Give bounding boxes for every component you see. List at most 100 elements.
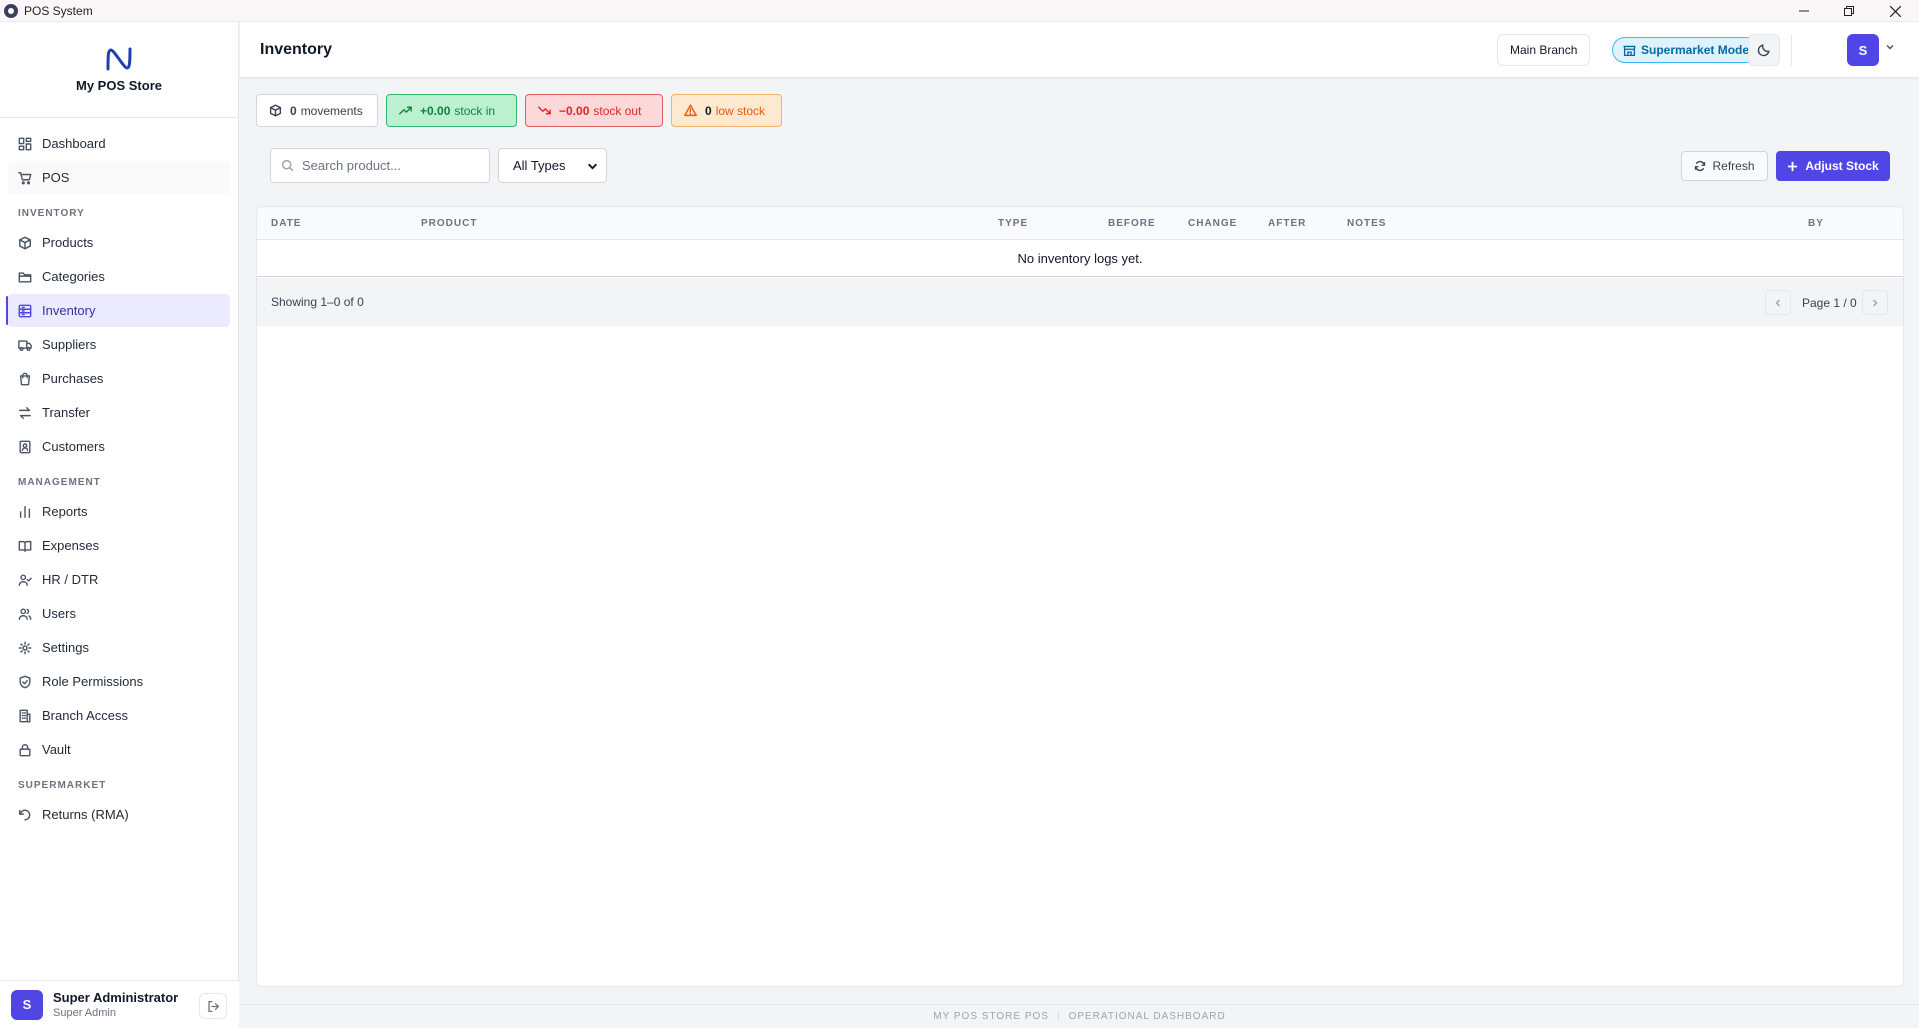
sidebar-item-transfer[interactable]: Transfer <box>8 396 230 429</box>
stock-out-label: stock out <box>593 103 642 118</box>
refresh-label: Refresh <box>1712 159 1755 173</box>
column-header-type[interactable]: TYPE <box>998 218 1028 229</box>
theme-toggle-button[interactable] <box>1748 34 1780 66</box>
window-title: POS System <box>24 3 93 18</box>
sidebar-item-categories[interactable]: Categories <box>8 260 230 293</box>
sidebar-item-vault[interactable]: Vault <box>8 733 230 766</box>
stock-in-stat: +0.00 stock in <box>386 94 517 127</box>
sidebar-item-label: Products <box>42 235 94 250</box>
search-icon <box>281 159 294 172</box>
close-icon <box>1889 5 1901 17</box>
restore-button[interactable] <box>1826 0 1872 22</box>
pagination-bar: Showing 1–0 of 0 Page 1 / 0 <box>257 278 1903 326</box>
sidebar-item-reports[interactable]: Reports <box>8 495 230 528</box>
sidebar-item-label: Vault <box>42 742 71 757</box>
building-icon <box>19 709 31 722</box>
sidebar-item-users[interactable]: Users <box>8 597 230 630</box>
low-stock-label: low stock <box>715 103 766 118</box>
trending-up-icon <box>399 106 412 115</box>
sidebar-item-role-permissions[interactable]: Role Permissions <box>8 665 230 698</box>
user-avatar-button[interactable]: S <box>1847 34 1879 66</box>
column-header-change[interactable]: CHANGE <box>1188 218 1237 229</box>
sidebar-item-label: Suppliers <box>42 337 97 352</box>
footer: MY POS STORE POS | OPERATIONAL DASHBOARD <box>240 1004 1919 1028</box>
sidebar-item-dashboard[interactable]: Dashboard <box>8 127 230 160</box>
adjust-stock-label: Adjust Stock <box>1805 159 1879 173</box>
sidebar-item-settings[interactable]: Settings <box>8 631 230 664</box>
rotate-ccw-icon <box>19 809 31 821</box>
sidebar-item-purchases[interactable]: Purchases <box>8 362 230 395</box>
chevron-left-icon <box>1775 299 1780 306</box>
column-header-before[interactable]: BEFORE <box>1108 218 1156 229</box>
movements-label: movements <box>300 103 363 118</box>
sidebar-item-label: Categories <box>42 269 105 284</box>
header-divider <box>1791 34 1792 66</box>
cart-icon <box>18 171 32 184</box>
sidebar-item-label: Inventory <box>42 303 96 318</box>
type-filter-select[interactable]: All Types <box>498 148 607 183</box>
column-header-notes[interactable]: NOTES <box>1347 218 1386 229</box>
page-title: Inventory <box>260 41 333 58</box>
section-label-inventory: INVENTORY <box>18 208 85 219</box>
sidebar-item-suppliers[interactable]: Suppliers <box>8 328 230 361</box>
user-role: Super Admin <box>53 1007 116 1019</box>
brand[interactable]: My POS Store <box>0 22 238 118</box>
column-header-date[interactable]: DATE <box>271 218 301 229</box>
close-window-button[interactable] <box>1872 0 1918 22</box>
inventory-log-table: DATE PRODUCT TYPE BEFORE CHANGE AFTER NO… <box>256 206 1904 987</box>
footer-right: OPERATIONAL DASHBOARD <box>1068 1011 1226 1022</box>
sidebar-item-products[interactable]: Products <box>8 226 230 259</box>
supermarket-mode-button[interactable]: Supermarket Mode <box>1612 37 1763 63</box>
stock-in-label: stock in <box>454 103 496 118</box>
trending-down-icon <box>538 106 551 115</box>
low-stock-stat: 0 low stock <box>671 94 782 127</box>
moon-icon <box>1757 44 1770 57</box>
book-icon <box>18 540 32 552</box>
page-indicator: Page 1 / 0 <box>1802 296 1857 310</box>
sidebar-item-label: POS <box>42 170 70 185</box>
type-filter-value: All Types <box>513 158 566 173</box>
sidebar-item-label: Expenses <box>42 538 100 553</box>
search-input[interactable] <box>302 158 472 173</box>
box-icon <box>19 236 31 249</box>
transfer-icon <box>19 406 31 419</box>
footer-left: MY POS STORE POS <box>933 1011 1049 1022</box>
stock-out-stat: −0.00 stock out <box>525 94 663 127</box>
column-header-by[interactable]: BY <box>1808 218 1824 229</box>
app-icon <box>4 3 18 18</box>
column-header-after[interactable]: AFTER <box>1268 218 1306 229</box>
logout-button[interactable] <box>199 993 227 1019</box>
logout-icon <box>207 1000 219 1012</box>
sidebar-item-hr-dtr[interactable]: HR / DTR <box>8 563 230 596</box>
next-page-button[interactable] <box>1862 290 1888 315</box>
sidebar-item-label: Customers <box>42 439 105 454</box>
minimize-button[interactable] <box>1781 0 1827 22</box>
avatar[interactable]: S <box>11 989 43 1020</box>
refresh-button[interactable]: Refresh <box>1681 151 1768 181</box>
shield-check-icon <box>19 675 31 688</box>
chevron-down-icon[interactable] <box>1885 42 1895 52</box>
shopping-bag-icon <box>19 372 31 385</box>
branch-selector-button[interactable]: Main Branch <box>1497 34 1591 66</box>
sidebar-item-inventory[interactable]: Inventory <box>6 294 230 327</box>
previous-page-button[interactable] <box>1765 290 1791 315</box>
sidebar-item-label: Returns (RMA) <box>42 807 129 822</box>
search-field[interactable] <box>270 148 490 183</box>
top-header: Inventory Main Branch Supermarket Mode S <box>240 22 1919 78</box>
sidebar-item-customers[interactable]: Customers <box>8 430 230 463</box>
section-label-supermarket: SUPERMARKET <box>18 780 107 791</box>
adjust-stock-button[interactable]: Adjust Stock <box>1776 151 1890 181</box>
sidebar-item-branch-access[interactable]: Branch Access <box>8 699 230 732</box>
sidebar-item-returns[interactable]: Returns (RMA) <box>8 798 230 831</box>
gear-icon <box>18 641 32 654</box>
sidebar-item-expenses[interactable]: Expenses <box>8 529 230 562</box>
stock-out-value: −0.00 <box>559 103 590 118</box>
sidebar-item-pos[interactable]: POS <box>8 161 230 194</box>
sidebar-item-label: Role Permissions <box>42 674 144 689</box>
truck-icon <box>18 339 32 351</box>
refresh-icon <box>1695 160 1706 172</box>
column-header-product[interactable]: PRODUCT <box>421 218 477 229</box>
sidebar-item-label: Reports <box>42 504 88 519</box>
chevron-down-icon <box>587 163 598 170</box>
showing-count: Showing 1–0 of 0 <box>271 295 364 309</box>
